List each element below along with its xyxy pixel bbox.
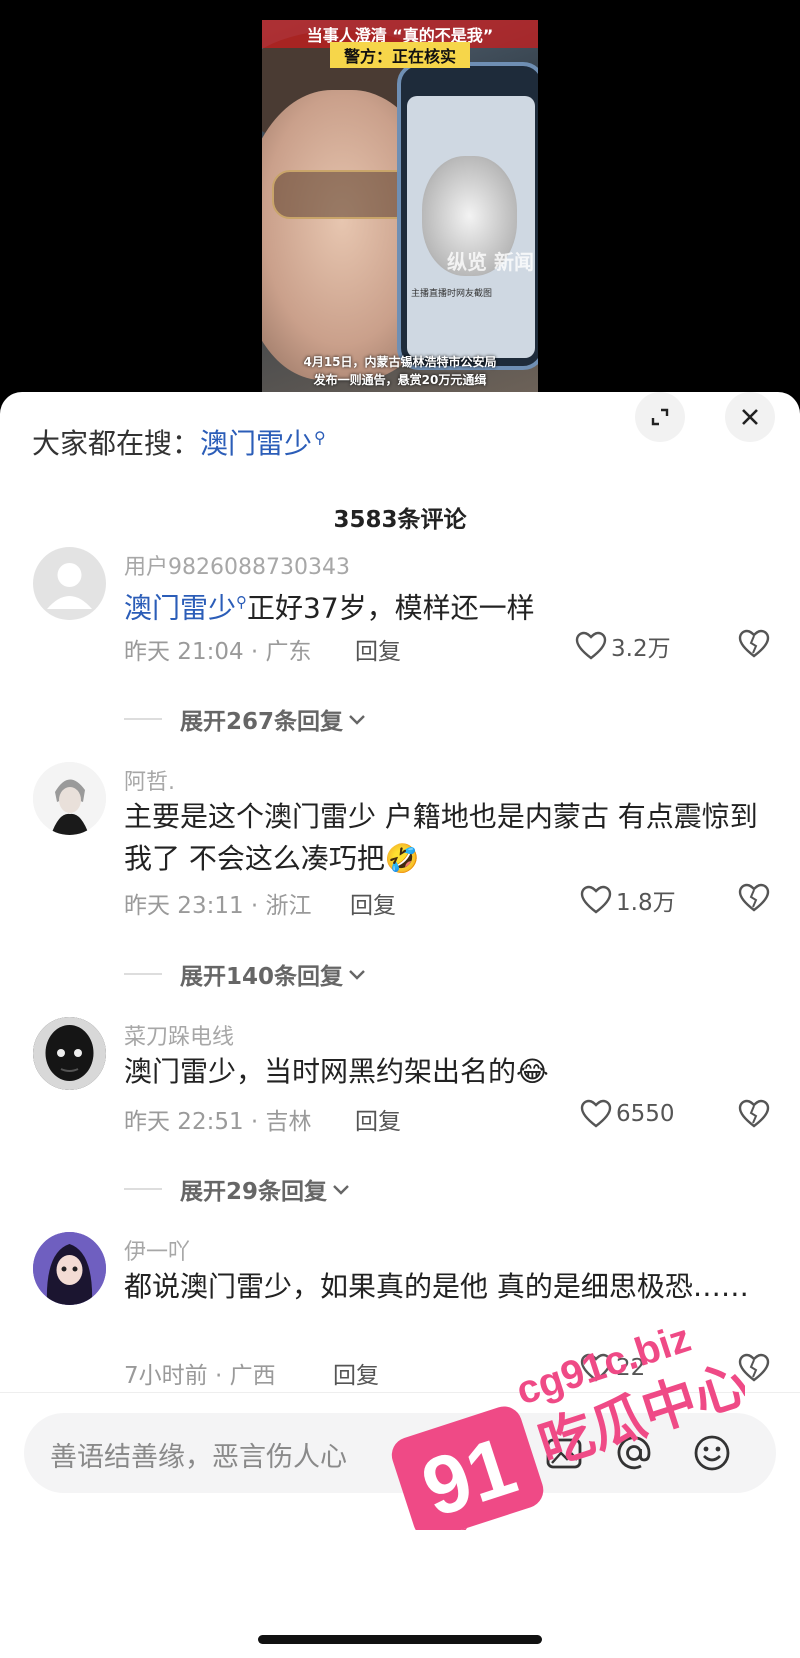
avatar[interactable]	[33, 1017, 106, 1090]
like-count: 6550	[616, 1101, 675, 1127]
reply-button[interactable]: 回复	[350, 886, 396, 920]
video-phone-label: 主播直播时网友截图	[411, 289, 493, 299]
comment-time-location: 昨天 23:11 · 浙江	[124, 893, 312, 919]
like-button[interactable]: 6550	[580, 1099, 675, 1129]
user-avatar-icon	[33, 762, 106, 835]
chevron-down-icon	[349, 715, 365, 725]
avatar[interactable]	[33, 1232, 106, 1305]
dislike-button[interactable]	[738, 1099, 770, 1133]
dislike-button[interactable]	[738, 629, 770, 663]
trending-search-prefix: 大家都在搜：	[32, 427, 201, 460]
divider-line	[124, 718, 162, 720]
avatar[interactable]	[33, 547, 106, 620]
chevron-down-icon	[333, 1185, 349, 1195]
video-phone-screen: 纵览 新闻 主播直播时网友截图	[407, 96, 535, 358]
like-count: 1.8万	[616, 890, 676, 916]
comment-username[interactable]: 阿哲.	[124, 764, 175, 796]
search-icon: ⚲	[236, 593, 248, 611]
expand-replies-button[interactable]: 展开29条回复	[124, 1172, 351, 1206]
site-watermark: 91 cg91c.biz 吃瓜中心	[365, 1290, 756, 1569]
divider-line	[124, 973, 162, 975]
comment-time-location: 昨天 22:51 · 吉林	[124, 1109, 312, 1135]
comment-count: 3583条评论	[333, 507, 467, 533]
reply-button[interactable]: 回复	[355, 632, 401, 666]
user-avatar-icon	[33, 1232, 106, 1305]
comment-username[interactable]: 菜刀跺电线	[124, 1019, 234, 1051]
video-caption-top2: 警方：正在核实	[330, 42, 470, 68]
broken-heart-icon	[738, 1099, 770, 1128]
home-indicator	[258, 1635, 542, 1644]
comment-text: 主要是这个澳门雷少 户籍地也是内蒙古 有点震惊到我了 不会这么凑巧把🤣	[124, 800, 758, 875]
reply-button[interactable]: 回复	[355, 1102, 401, 1136]
video-caption-line2: 发布一则通告，悬赏20万元通缉	[313, 373, 487, 387]
video-phone: 纵览 新闻 主播直播时网友截图	[397, 62, 538, 370]
expand-replies-button[interactable]: 展开267条回复	[124, 702, 367, 736]
comment-text: 澳门雷少⚲正好37岁，模样还一样	[124, 581, 764, 629]
heart-icon	[580, 885, 612, 914]
comment-username[interactable]: 伊一吖	[124, 1234, 190, 1266]
video-caption-bottom: 4月15日，内蒙古锡林浩特市公安局 发布一则通告，悬赏20万元通缉	[262, 353, 538, 389]
comment-text: 澳门雷少，当时网黑约架出名的😂	[124, 1055, 549, 1088]
comment-input-placeholder: 善语结善缘，恶言伤人心	[50, 1442, 347, 1473]
video-caption-line1: 4月15日，内蒙古锡林浩特市公安局	[303, 355, 497, 369]
expand-replies-label: 展开140条回复	[180, 964, 344, 990]
comment-keyword-link[interactable]: 澳门雷少	[124, 591, 236, 624]
trending-search-keyword[interactable]: 澳门雷少	[200, 427, 312, 460]
user-avatar-icon	[33, 1017, 106, 1090]
search-icon: ⚲	[314, 427, 326, 447]
dislike-button[interactable]	[738, 883, 770, 917]
like-button[interactable]: 1.8万	[580, 883, 676, 917]
watermark-logo: 91 cg91c.biz 吃瓜中心	[391, 1316, 756, 1569]
comment-time-location: 昨天 21:04 · 广东	[124, 639, 312, 665]
expand-replies-label: 展开29条回复	[180, 1179, 328, 1205]
default-avatar-icon	[47, 563, 92, 609]
avatar[interactable]	[33, 762, 106, 835]
close-icon	[742, 409, 758, 425]
heart-icon	[580, 1099, 612, 1128]
broken-heart-icon	[738, 883, 770, 912]
like-count: 3.2万	[611, 636, 671, 662]
expand-button[interactable]	[635, 392, 685, 442]
chevron-down-icon	[349, 970, 365, 980]
like-button[interactable]: 3.2万	[575, 629, 671, 663]
trending-search[interactable]: 大家都在搜：澳门雷少 ⚲	[32, 422, 326, 462]
close-button[interactable]	[725, 392, 775, 442]
heart-icon	[575, 631, 607, 660]
video-news-watermark: 纵览 新闻	[447, 250, 534, 274]
broken-heart-icon	[738, 629, 770, 658]
expand-replies-button[interactable]: 展开140条回复	[124, 957, 367, 991]
comment-username[interactable]: 用户9826088730343	[124, 549, 350, 581]
video-frame: 纵览 新闻 主播直播时网友截图 当事人澄清 “真的不是我” 警方：正在核实 4月…	[262, 20, 538, 395]
comment-time-location: 7小时前 · 广西	[124, 1363, 276, 1389]
divider-line	[124, 1188, 162, 1190]
comment-body: 正好37岁，模样还一样	[247, 591, 535, 625]
expand-icon	[651, 408, 669, 426]
expand-replies-label: 展开267条回复	[180, 709, 344, 735]
video-player[interactable]: 纵览 新闻 主播直播时网友截图 当事人澄清 “真的不是我” 警方：正在核实 4月…	[0, 0, 800, 400]
